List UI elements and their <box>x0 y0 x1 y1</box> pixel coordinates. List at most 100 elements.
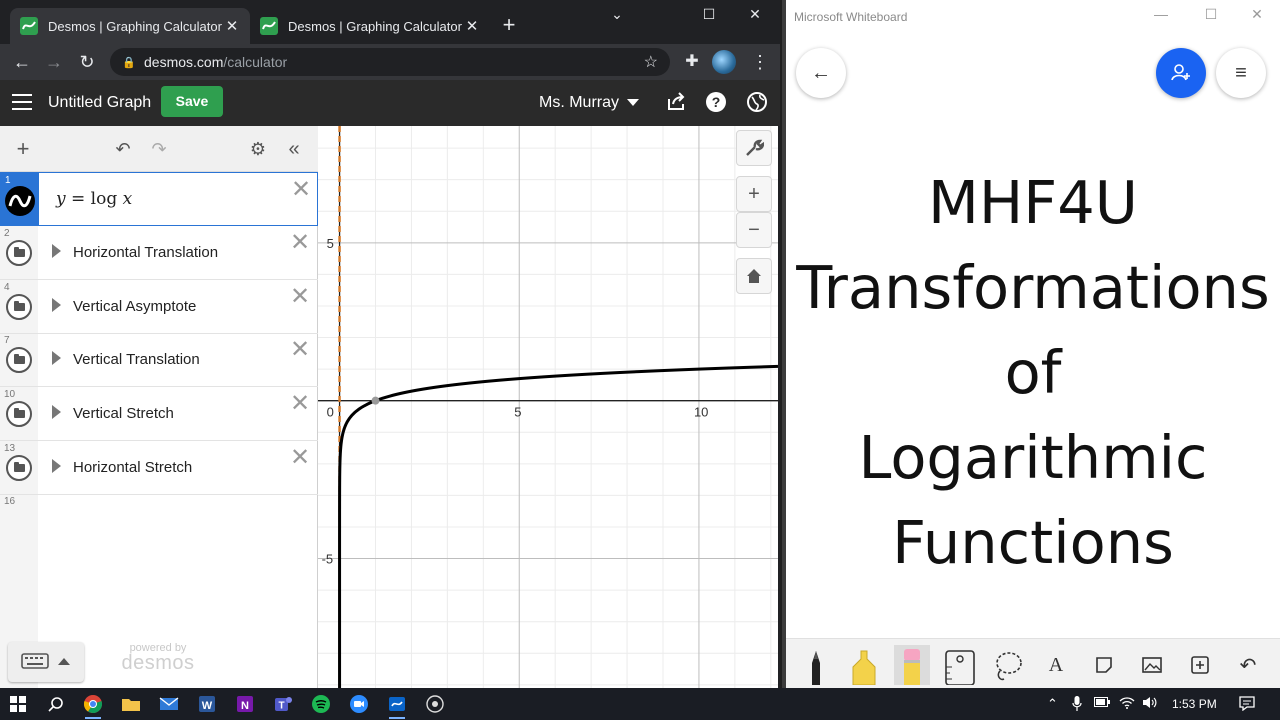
word-icon[interactable]: W <box>195 692 219 716</box>
minimize-button[interactable]: ⌄ <box>597 6 637 26</box>
folder-icon[interactable] <box>6 294 32 320</box>
back-arrow-icon[interactable]: ← <box>796 48 846 98</box>
back-arrow-icon[interactable]: ← <box>10 50 34 74</box>
folder-row[interactable]: 4 Vertical Asymptote ✕ <box>0 280 318 334</box>
file-explorer-icon[interactable] <box>119 692 143 716</box>
home-icon[interactable] <box>736 258 772 294</box>
close-tab-icon[interactable]: ✕ <box>224 17 240 35</box>
close-tab-icon[interactable]: ✕ <box>464 17 480 35</box>
whiteboard-window: Microsoft Whiteboard — ☐ ✕ ← ≡ MHF4U Tra… <box>782 0 1280 688</box>
wb-minimize-button[interactable]: — <box>1146 6 1176 22</box>
folder-row[interactable]: 7 Vertical Translation ✕ <box>0 333 318 387</box>
search-icon[interactable] <box>44 692 68 716</box>
folder-row[interactable]: 13 Horizontal Stretch ✕ <box>0 441 318 495</box>
delete-expression-icon[interactable]: ✕ <box>291 178 311 202</box>
ruler-icon[interactable] <box>942 645 978 685</box>
redo-icon[interactable]: ↷ <box>146 136 172 162</box>
folder-icon[interactable] <box>6 455 32 481</box>
invite-user-icon[interactable] <box>1156 48 1206 98</box>
expression-input[interactable]: y = log x <box>56 189 132 209</box>
folder-icon[interactable] <box>6 401 32 427</box>
delete-expression-icon[interactable]: ✕ <box>290 231 310 255</box>
wrench-settings-icon[interactable] <box>736 130 772 166</box>
show-hidden-icons-chevron-icon[interactable]: ⌃ <box>1047 696 1058 712</box>
svg-text:?: ? <box>712 94 721 110</box>
wb-maximize-button[interactable]: ☐ <box>1196 6 1226 23</box>
delete-expression-icon[interactable]: ✕ <box>290 392 310 416</box>
help-icon[interactable]: ? <box>705 91 727 113</box>
zoom-out-minus-icon[interactable]: − <box>736 212 772 248</box>
forward-arrow-icon[interactable]: → <box>42 50 66 74</box>
expand-triangle-icon[interactable] <box>52 244 61 258</box>
system-clock[interactable]: 1:53 PM <box>1172 697 1217 711</box>
hamburger-menu-icon[interactable] <box>12 94 32 110</box>
reload-icon[interactable]: ↻ <box>75 50 99 74</box>
save-button[interactable]: Save <box>161 86 223 117</box>
graph-canvas[interactable]: 0 5 10 5 -5 <box>318 126 778 688</box>
hamburger-menu-icon[interactable]: ≡ <box>1216 48 1266 98</box>
zoom-in-plus-icon[interactable]: + <box>736 176 772 212</box>
tab-desmos-1[interactable]: Desmos | Graphing Calculator ✕ <box>10 8 250 44</box>
menu-kebab-icon[interactable]: ⋮ <box>748 50 772 74</box>
extensions-puzzle-icon[interactable]: ✚ <box>680 50 704 74</box>
add-content-icon[interactable] <box>1182 645 1218 685</box>
zoom-icon[interactable] <box>347 692 371 716</box>
wifi-icon[interactable] <box>1119 696 1135 712</box>
graph-paper[interactable]: 0 5 10 5 -5 <box>318 126 778 688</box>
expand-triangle-icon[interactable] <box>52 459 61 473</box>
mail-icon[interactable] <box>157 692 181 716</box>
bookmark-star-icon[interactable]: ☆ <box>644 52 658 72</box>
windows-start-icon[interactable] <box>6 692 30 716</box>
eraser-pink-icon[interactable] <box>894 645 930 685</box>
whiteboard-app-icon[interactable] <box>385 692 409 719</box>
wb-close-button[interactable]: ✕ <box>1242 6 1272 23</box>
folder-row[interactable]: 10 Vertical Stretch ✕ <box>0 387 318 441</box>
delete-expression-icon[interactable]: ✕ <box>290 446 310 470</box>
keyboard-toggle-button[interactable] <box>8 642 84 682</box>
expand-triangle-icon[interactable] <box>52 298 61 312</box>
expression-number: 7 <box>4 335 10 346</box>
folder-row[interactable]: 2 Horizontal Translation ✕ <box>0 226 318 280</box>
keyboard-icon <box>21 653 70 669</box>
pen-black-icon[interactable] <box>798 645 834 685</box>
expand-triangle-icon[interactable] <box>52 405 61 419</box>
lasso-select-icon[interactable] <box>990 645 1026 685</box>
undo-icon[interactable]: ↶ <box>1230 645 1266 685</box>
battery-icon[interactable] <box>1094 696 1110 711</box>
expand-triangle-icon[interactable] <box>52 351 61 365</box>
expression-row[interactable]: 1 y = log x ✕ <box>0 172 318 226</box>
volume-icon[interactable] <box>1142 696 1158 712</box>
user-menu[interactable]: Ms. Murray <box>539 94 639 112</box>
undo-icon[interactable]: ↶ <box>110 136 136 162</box>
delete-expression-icon[interactable]: ✕ <box>290 338 310 362</box>
chrome-icon[interactable] <box>81 692 105 719</box>
onenote-icon[interactable]: N <box>233 692 257 716</box>
image-insert-icon[interactable] <box>1134 645 1170 685</box>
text-tool-icon[interactable]: A <box>1038 645 1074 685</box>
add-expression-plus-icon[interactable]: + <box>10 136 36 162</box>
sticky-note-icon[interactable] <box>1086 645 1122 685</box>
spotify-icon[interactable] <box>309 692 333 716</box>
delete-expression-icon[interactable]: ✕ <box>290 285 310 309</box>
y-tick-label: -5 <box>322 552 334 567</box>
folder-icon[interactable] <box>6 347 32 373</box>
notification-center-icon[interactable] <box>1239 696 1255 714</box>
globe-language-icon[interactable] <box>746 91 768 113</box>
new-tab-button[interactable]: + <box>497 14 521 38</box>
profile-avatar[interactable] <box>712 50 736 74</box>
close-window-button[interactable]: ✕ <box>735 6 775 26</box>
tab-desmos-2[interactable]: Desmos | Graphing Calculator ✕ <box>250 8 490 44</box>
teams-icon[interactable]: T <box>271 692 295 716</box>
highlighter-yellow-icon[interactable] <box>846 645 882 685</box>
collapse-list-icon[interactable]: « <box>281 136 307 162</box>
share-icon[interactable] <box>665 91 687 113</box>
graph-title[interactable]: Untitled Graph <box>48 94 151 112</box>
screen-recorder-icon[interactable] <box>423 692 447 716</box>
folder-icon[interactable] <box>6 240 32 266</box>
maximize-button[interactable]: ☐ <box>689 6 729 26</box>
curve-visibility-icon[interactable] <box>5 186 35 216</box>
folder-label: Vertical Translation <box>73 351 200 368</box>
address-bar[interactable]: 🔒 desmos.com/calculator ☆ <box>110 48 670 76</box>
microphone-icon[interactable] <box>1072 696 1082 714</box>
settings-gear-icon[interactable]: ⚙ <box>245 136 271 162</box>
